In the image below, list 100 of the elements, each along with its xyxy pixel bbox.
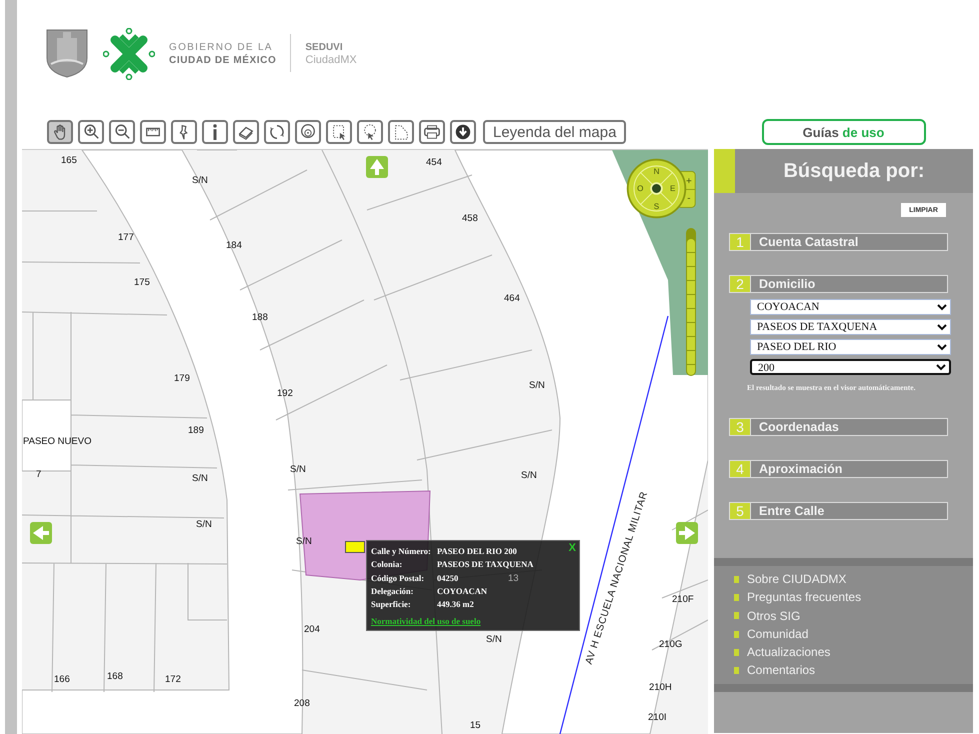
map-label: S/N [196, 519, 212, 530]
map-label: 172 [165, 674, 181, 685]
map-label: 165 [61, 155, 77, 166]
tool-circle-select-button[interactable] [357, 120, 383, 144]
section-label: Entre Calle [750, 503, 947, 519]
map-label: 13 [508, 573, 519, 584]
map-label: 168 [107, 671, 123, 682]
info-label: Código Postal: [371, 572, 426, 585]
bullet-icon [734, 667, 739, 674]
map-label: 15 [470, 720, 481, 731]
header-accent-bar [714, 149, 735, 193]
info-label: Delegación: [371, 584, 414, 598]
map-label: 210I [648, 712, 666, 723]
info-link[interactable]: Preguntas frecuentes [747, 588, 862, 607]
map-legend-button[interactable]: Leyenda del mapa [483, 120, 626, 144]
map-label: 210F [672, 594, 694, 605]
user-guides-button[interactable]: Guías de uso [762, 119, 926, 146]
tool-buffer-button[interactable] [295, 120, 321, 144]
circle-select-icon [361, 123, 379, 142]
map-label: 204 [304, 624, 320, 635]
map-label: S/N [486, 634, 502, 645]
info-value: PASEO DEL RIO 200 [437, 545, 517, 558]
info-label: Superficie: [371, 598, 412, 612]
government-name-line: CIUDAD DE MÉXICO [169, 54, 276, 67]
bullet-icon [734, 630, 739, 638]
search-section-header[interactable]: 3 Coordenadas [729, 418, 948, 436]
compass-north-label: N [654, 167, 660, 176]
section-label: Coordenadas [750, 419, 947, 435]
zoom-slider[interactable] [686, 228, 696, 376]
map-label: PASEO NUEVO [23, 436, 92, 447]
map-label: 175 [134, 277, 150, 288]
info-link[interactable]: Sobre CIUDADMX [747, 570, 846, 588]
agency-subtitle: CiudadMX [305, 54, 357, 67]
tool-poly-select-button[interactable] [388, 120, 414, 144]
address-dropdown[interactable]: COYOACAN [750, 299, 951, 315]
section-number: 3 [730, 419, 750, 435]
address-dropdown[interactable]: PASEO DEL RIO [750, 339, 951, 355]
info-value: 449.36 m2 [437, 598, 474, 612]
tool-refresh-button[interactable] [264, 120, 290, 144]
address-dropdown[interactable]: PASEOS DE TAXQUENA [750, 319, 951, 335]
panel-title: Búsqueda por: [782, 159, 926, 184]
tool-zoom-out-button[interactable] [109, 120, 135, 144]
agency-name: SEDUVI [305, 41, 344, 54]
info-link[interactable]: Comentarios [747, 661, 816, 680]
search-section-header[interactable]: 1 Cuenta Catastral [729, 233, 948, 251]
tool-pan-button[interactable] [47, 120, 73, 144]
refresh-icon [268, 123, 286, 142]
tool-ruler-button[interactable] [140, 120, 166, 144]
compass-south-label: S [654, 202, 660, 212]
map-label: S/N [529, 380, 545, 391]
tool-print-button[interactable] [419, 120, 445, 144]
section-number: 1 [730, 234, 750, 250]
printer-icon [423, 123, 441, 142]
info-link[interactable]: Otros SIG [747, 606, 800, 625]
map-label: 188 [252, 312, 268, 323]
compass-rose-drawing[interactable] [626, 158, 686, 218]
search-section-header[interactable]: 4 Aproximación [729, 460, 948, 478]
info-link[interactable]: Comunidad [747, 624, 808, 644]
search-section-header[interactable]: 2 Domicilio [729, 275, 948, 293]
zoom-in-label[interactable]: + [686, 176, 692, 187]
section-number: 4 [730, 461, 750, 477]
map-label: 166 [54, 674, 70, 685]
shield-emblem-icon [45, 28, 89, 78]
map-label: S/N [192, 473, 208, 484]
section-label: Domicilio [750, 276, 947, 292]
search-section-header[interactable]: 5 Entre Calle [729, 502, 948, 520]
info-value: 04250 [437, 572, 458, 585]
tool-download-button[interactable] [450, 120, 476, 144]
map-label: 7 [36, 469, 42, 480]
zoom-out-label[interactable]: - [687, 193, 691, 204]
map-label: 210H [649, 682, 672, 693]
compass-east-label: E [670, 184, 676, 194]
map-label: 208 [294, 698, 310, 709]
map-label: S/N [192, 175, 208, 186]
tool-pin-button[interactable] [171, 120, 197, 144]
info-value: PASEOS DE TAXQUENA [437, 558, 534, 572]
tool-zoom-in-button[interactable] [78, 120, 104, 144]
map-label: 184 [226, 240, 242, 251]
map-label: 177 [118, 232, 134, 243]
bullet-icon [734, 576, 739, 583]
info-label: Calle y Número: [371, 545, 432, 558]
rectangle-select-icon [330, 123, 348, 142]
map-label: 210G [659, 639, 682, 650]
bullet-icon [734, 612, 739, 620]
land-use-link[interactable]: Normatividad del uso de suelo [371, 616, 481, 626]
map-label: 192 [277, 388, 293, 399]
map-label: 458 [462, 213, 478, 224]
info-value: COYOACAN [437, 584, 488, 598]
close-button[interactable]: X [568, 542, 576, 554]
address-dropdown[interactable]: 200 [750, 359, 951, 375]
zoom-out-icon [113, 123, 131, 142]
tool-info-button[interactable] [202, 120, 228, 144]
tool-eraser-button[interactable] [233, 120, 259, 144]
government-name-line: GOBIERNO DE LA [169, 41, 274, 54]
compass-west-label: O [637, 184, 644, 194]
section-label: Aproximación [750, 461, 947, 477]
tool-rect-select-button[interactable] [326, 120, 352, 144]
info-link[interactable]: Actualizaciones [747, 643, 830, 662]
polygon-select-icon [392, 123, 410, 142]
info-icon [213, 124, 217, 140]
